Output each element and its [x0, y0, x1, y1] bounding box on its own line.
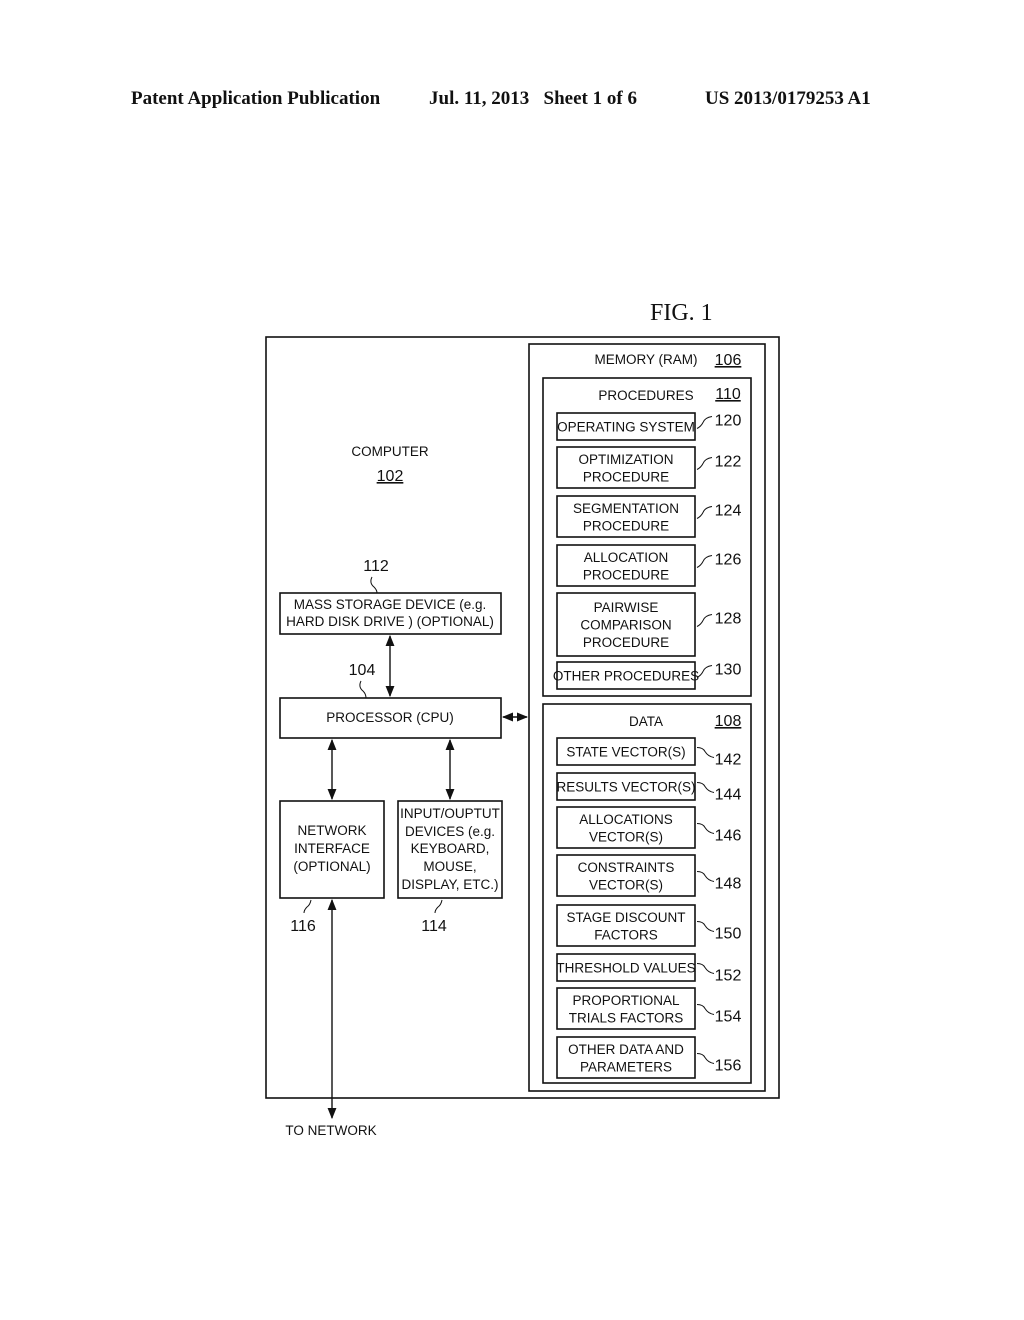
computer-ref: 102 [377, 468, 404, 485]
data-leader [696, 963, 715, 974]
data-leader [696, 871, 715, 882]
memory-label: MEMORY (RAM) [594, 352, 697, 367]
processor-label: PROCESSOR (CPU) [326, 710, 454, 725]
data-ref: 156 [715, 1058, 742, 1075]
procedure-box-text: PROCEDURE [583, 635, 669, 650]
procedure-leader [696, 506, 713, 519]
io-devices-leader [434, 899, 443, 914]
network-interface-line-2: INTERFACE [294, 841, 370, 856]
data-leader [696, 747, 715, 758]
procedure-item: ALLOCATION PROCEDURE 126 [556, 544, 742, 587]
network-interface-line-1: NETWORK [298, 823, 367, 838]
mass-storage-ref: 112 [363, 558, 389, 575]
procedure-ref: 130 [715, 662, 742, 679]
procedure-item: PAIRWISE COMPARISON PROCEDURE 128 [556, 592, 742, 657]
data-ref: 150 [715, 926, 742, 943]
procedures-ref: 110 [715, 386, 741, 403]
data-box-text: FACTORS [594, 927, 658, 942]
procedure-item: OPERATING SYSTEM 120 [556, 412, 742, 441]
data-box-text: VECTOR(S) [589, 829, 663, 844]
network-interface-line-3: (OPTIONAL) [293, 859, 370, 874]
data-leader [696, 782, 715, 793]
procedure-leader [696, 457, 713, 470]
procedure-ref: 124 [715, 503, 742, 520]
data-item: THRESHOLD VALUES 152 [556, 953, 742, 985]
to-network-label: TO NETWORK [285, 1123, 376, 1138]
data-item: STAGE DISCOUNT FACTORS 150 [556, 904, 742, 947]
data-ref: 108 [715, 713, 742, 730]
procedure-item: OPTIMIZATION PROCEDURE 122 [556, 446, 742, 489]
procedure-ref: 120 [715, 413, 742, 430]
procedure-box-text: PROCEDURE [583, 469, 669, 484]
network-interface-ref: 116 [290, 918, 316, 935]
procedure-ref: 122 [715, 454, 742, 471]
data-box-text: STAGE DISCOUNT [566, 910, 685, 925]
data-box-text: PARAMETERS [580, 1059, 672, 1074]
data-leader [696, 1004, 715, 1015]
data-box-text: TRIALS FACTORS [569, 1010, 684, 1025]
procedure-ref: 126 [715, 552, 742, 569]
procedure-leader [696, 614, 713, 627]
memory-ref: 106 [715, 352, 742, 369]
data-leader [696, 823, 715, 834]
data-box-text: RESULTS VECTOR(S) [556, 780, 695, 795]
io-devices-line-4: MOUSE, [423, 859, 476, 874]
network-interface-leader [303, 899, 312, 914]
data-box-text: CONSTRAINTS [578, 860, 675, 875]
data-ref: 144 [715, 787, 742, 804]
procedure-ref: 128 [715, 611, 742, 628]
mass-storage-line-1: MASS STORAGE DEVICE (e.g. [294, 597, 487, 612]
procedure-leader [696, 665, 713, 678]
data-item: CONSTRAINTS VECTOR(S) 148 [556, 854, 742, 897]
data-leader [696, 921, 715, 932]
procedure-box-text: OPTIMIZATION [579, 452, 674, 467]
data-leader [696, 1053, 715, 1064]
procedures-list: OPERATING SYSTEM 120 OPTIMIZATION PROCEDURE… [553, 412, 742, 690]
data-box-text: OTHER DATA AND [568, 1042, 684, 1057]
data-item: STATE VECTOR(S) 142 [556, 737, 742, 769]
io-devices-line-5: DISPLAY, ETC.) [401, 877, 498, 892]
io-devices-line-3: KEYBOARD, [411, 841, 490, 856]
procedure-box-text: PROCEDURE [583, 518, 669, 533]
data-box-text: VECTOR(S) [589, 877, 663, 892]
procedure-leader [696, 416, 713, 429]
data-label: DATA [629, 714, 663, 729]
data-item: OTHER DATA AND PARAMETERS 156 [556, 1036, 742, 1079]
block-diagram: COMPUTER 102 112 MASS STORAGE DEVICE (e.… [265, 336, 780, 1138]
data-ref: 152 [715, 968, 742, 985]
processor-ref: 104 [349, 662, 376, 679]
data-item: ALLOCATIONS VECTOR(S) 146 [556, 806, 742, 849]
data-list: STATE VECTOR(S) 142 RESULTS VECTOR(S) 144 AL… [556, 737, 742, 1079]
data-box-text: STATE VECTOR(S) [566, 745, 685, 760]
mass-storage-leader [370, 576, 378, 594]
data-box-text: THRESHOLD VALUES [556, 961, 695, 976]
io-devices-ref: 114 [421, 918, 447, 935]
data-item: PROPORTIONAL TRIALS FACTORS 154 [556, 987, 742, 1030]
computer-label: COMPUTER [351, 444, 429, 459]
data-item: RESULTS VECTOR(S) 144 [556, 772, 742, 804]
procedure-box-text: PAIRWISE [594, 600, 659, 615]
procedure-box-text: OPERATING SYSTEM [557, 420, 695, 435]
procedure-item: OTHER PROCEDURES 130 [553, 661, 742, 690]
procedure-box-text: OTHER PROCEDURES [553, 669, 699, 684]
data-box-text: PROPORTIONAL [572, 993, 680, 1008]
procedure-box-text: COMPARISON [580, 618, 671, 633]
procedures-label: PROCEDURES [598, 388, 693, 403]
procedure-box-text: ALLOCATION [584, 550, 669, 565]
data-box-text: ALLOCATIONS [579, 812, 673, 827]
procedure-box-text: SEGMENTATION [573, 501, 679, 516]
data-ref: 146 [715, 828, 742, 845]
procedure-box-text: PROCEDURE [583, 567, 669, 582]
mass-storage-line-2: HARD DISK DRIVE ) (OPTIONAL) [286, 614, 494, 629]
processor-leader [359, 680, 367, 699]
procedure-item: SEGMENTATION PROCEDURE 124 [556, 495, 742, 538]
io-devices-line-1: INPUT/OUPTUT [400, 806, 500, 821]
data-ref: 154 [715, 1009, 742, 1026]
data-ref: 142 [715, 752, 742, 769]
data-ref: 148 [715, 876, 742, 893]
io-devices-line-2: DEVICES (e.g. [405, 824, 495, 839]
procedure-leader [696, 555, 713, 568]
